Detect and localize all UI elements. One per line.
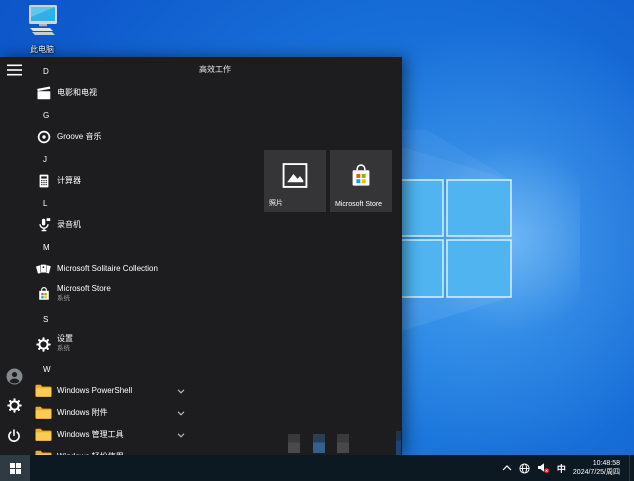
solitaire-icon: [35, 261, 52, 277]
movies-tv-icon: [35, 85, 52, 101]
avatar-icon: [6, 368, 23, 390]
app-label: Windows 管理工具: [57, 430, 124, 439]
chevron-up-icon[interactable]: [502, 465, 512, 471]
desktop-icon-this-pc[interactable]: 此电脑: [13, 4, 71, 55]
partial-tile[interactable]: [337, 434, 349, 453]
partial-tile[interactable]: [313, 434, 325, 453]
tile-照片[interactable]: 照片: [264, 150, 326, 212]
app-item-计算器[interactable]: 计算器: [30, 170, 188, 192]
start-button[interactable]: [0, 455, 30, 481]
app-text: Microsoft Store 系统: [57, 284, 111, 304]
volume-muted-icon[interactable]: [537, 462, 550, 474]
app-item-groove-音乐[interactable]: Groove 音乐: [30, 126, 188, 148]
app-text: Windows 管理工具: [57, 430, 124, 440]
app-item-电影和电视[interactable]: 电影和电视: [30, 82, 188, 104]
app-item-microsoft-solitaire-collection[interactable]: Microsoft Solitaire Collection: [30, 258, 188, 280]
app-section-header-d[interactable]: D: [30, 60, 188, 82]
app-text: 计算器: [57, 176, 81, 186]
taskbar-clock[interactable]: 10:48:58 2024/7/25/周四: [573, 459, 620, 477]
start-menu: D 电影和电视 G Groove 音乐 J 计算器 L 录音机 M Microsoft Solit…: [0, 57, 402, 463]
clock-time: 10:48:58: [592, 460, 620, 467]
rail-user-account-button[interactable]: [4, 368, 24, 390]
clock-date: 2024/7/25/周四: [572, 469, 620, 476]
this-pc-icon: [22, 4, 62, 43]
app-label: 计算器: [57, 176, 81, 185]
folder-icon: [35, 427, 52, 443]
store-bag-icon: [35, 286, 52, 302]
voice-recorder-icon: [35, 217, 52, 233]
app-label: 设置: [57, 334, 73, 343]
app-folder-windows-powershell[interactable]: Windows PowerShell: [30, 380, 188, 402]
app-section-header-s[interactable]: S: [30, 308, 188, 330]
system-tray: 中 10:48:58 2024/7/25/周四: [502, 455, 634, 481]
app-text: 录音机: [57, 220, 81, 230]
app-item-录音机[interactable]: 录音机: [30, 214, 188, 236]
app-section-header-l[interactable]: L: [30, 192, 188, 214]
app-sublabel: 系统: [57, 345, 70, 352]
app-label: Microsoft Solitaire Collection: [57, 264, 158, 273]
groove-icon: [35, 129, 52, 145]
app-label: Microsoft Store: [57, 284, 111, 293]
app-label: Windows PowerShell: [57, 386, 133, 395]
windows-logo-icon: [9, 462, 21, 474]
ime-input-indicator[interactable]: 中: [557, 462, 566, 475]
chevron-down-icon: [177, 432, 185, 438]
chevron-down-icon: [177, 410, 185, 416]
app-folder-windows-管理工具[interactable]: Windows 管理工具: [30, 424, 188, 446]
start-menu-app-list: D 电影和电视 G Groove 音乐 J 计算器 L 录音机 M Microsoft Solit…: [30, 60, 188, 468]
app-item-设置[interactable]: 设置 系统: [30, 330, 188, 358]
app-sublabel: 系统: [57, 295, 70, 302]
tile-microsoft-store[interactable]: Microsoft Store: [330, 150, 392, 212]
desktop: 此电脑 D 电影和电视 G Groove 音乐 J 计算器 L 录音机 M Microsoft S…: [0, 0, 634, 481]
power-icon: [7, 428, 21, 448]
app-text: Windows PowerShell: [57, 386, 132, 396]
gear-icon: [6, 398, 22, 418]
store-bag-tile-icon: [348, 162, 374, 196]
rail-settings-button[interactable]: [4, 398, 24, 418]
gear-icon: [35, 336, 52, 352]
tile-group-title[interactable]: 高效工作: [199, 64, 231, 75]
taskbar: 中 10:48:58 2024/7/25/周四: [0, 455, 634, 481]
partial-tile[interactable]: [288, 434, 300, 453]
app-text: 电影和电视: [57, 88, 97, 98]
app-text: Microsoft Solitaire Collection: [57, 264, 158, 274]
app-label: 录音机: [57, 220, 81, 229]
partial-tile-edge: [396, 431, 401, 455]
app-folder-windows-附件[interactable]: Windows 附件: [30, 402, 188, 424]
app-text: Windows 附件: [57, 408, 108, 418]
app-label: 电影和电视: [57, 88, 97, 97]
app-section-header-m[interactable]: M: [30, 236, 188, 258]
calculator-icon: [35, 173, 52, 189]
tile-label: Microsoft Store: [335, 201, 383, 208]
tile-label: 照片: [269, 200, 283, 207]
app-label: Groove 音乐: [57, 132, 102, 141]
app-section-header-w[interactable]: W: [30, 358, 188, 380]
app-section-header-j[interactable]: J: [30, 148, 188, 170]
this-pc-label: 此电脑: [30, 45, 54, 54]
folder-icon: [35, 383, 52, 399]
app-item-microsoft-store[interactable]: Microsoft Store 系统: [30, 280, 188, 308]
app-section-header-g[interactable]: G: [30, 104, 188, 126]
chevron-down-icon: [177, 388, 185, 394]
app-text: 设置 系统: [57, 334, 73, 354]
app-text: Groove 音乐: [57, 132, 101, 142]
app-label: Windows 附件: [57, 408, 108, 417]
folder-icon: [35, 405, 52, 421]
tile-group: 照片 Microsoft Store: [264, 150, 392, 212]
hamburger-icon: [6, 63, 22, 81]
rail-menu-expand-button[interactable]: [4, 62, 24, 82]
show-desktop-button[interactable]: [629, 455, 634, 481]
network-globe-icon[interactable]: [519, 462, 530, 474]
rail-power-button[interactable]: [4, 428, 24, 448]
photos-tile-icon: [282, 162, 309, 194]
